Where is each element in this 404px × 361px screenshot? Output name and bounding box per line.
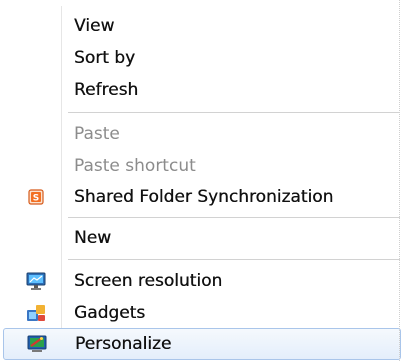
menu-item-label: Shared Folder Synchronization: [74, 187, 334, 207]
desktop-context-menu: View Sort by Refresh Paste Paste shortcu…: [0, 0, 404, 361]
menu-separator: [68, 217, 400, 218]
menu-item-view[interactable]: View: [3, 10, 401, 42]
menu-item-paste-shortcut: Paste shortcut: [3, 150, 401, 182]
menu-item-label: Paste shortcut: [74, 156, 196, 176]
menu-shadow-edge: [399, 0, 404, 361]
menu-item-gadgets[interactable]: Gadgets: [3, 297, 401, 329]
menu-item-label: Screen resolution: [74, 271, 223, 291]
personalize-icon: [26, 333, 48, 355]
svg-text:S: S: [33, 194, 39, 204]
gadgets-icon: [25, 302, 47, 324]
menu-item-label: Gadgets: [74, 303, 146, 323]
screen-resolution-icon: [25, 270, 47, 292]
menu-item-shared-folder-synchronization[interactable]: S Shared Folder Synchronization: [3, 181, 401, 213]
menu-item-refresh[interactable]: Refresh: [3, 74, 401, 106]
menu-item-label: View: [74, 16, 115, 36]
menu-item-screen-resolution[interactable]: Screen resolution: [3, 265, 401, 297]
menu-item-label: New: [74, 228, 112, 248]
menu-item-label: Refresh: [74, 80, 139, 100]
menu-item-label: Paste: [74, 124, 120, 144]
menu-item-sort-by[interactable]: Sort by: [3, 42, 401, 74]
menu-separator: [68, 259, 400, 260]
menu-item-label: Personalize: [75, 334, 172, 354]
menu-item-paste: Paste: [3, 118, 401, 150]
menu-item-personalize[interactable]: Personalize: [3, 328, 401, 360]
shared-folder-sync-icon: S: [25, 186, 47, 208]
menu-separator: [68, 112, 400, 113]
menu-item-new[interactable]: New: [3, 222, 401, 254]
menu-item-label: Sort by: [74, 48, 136, 68]
